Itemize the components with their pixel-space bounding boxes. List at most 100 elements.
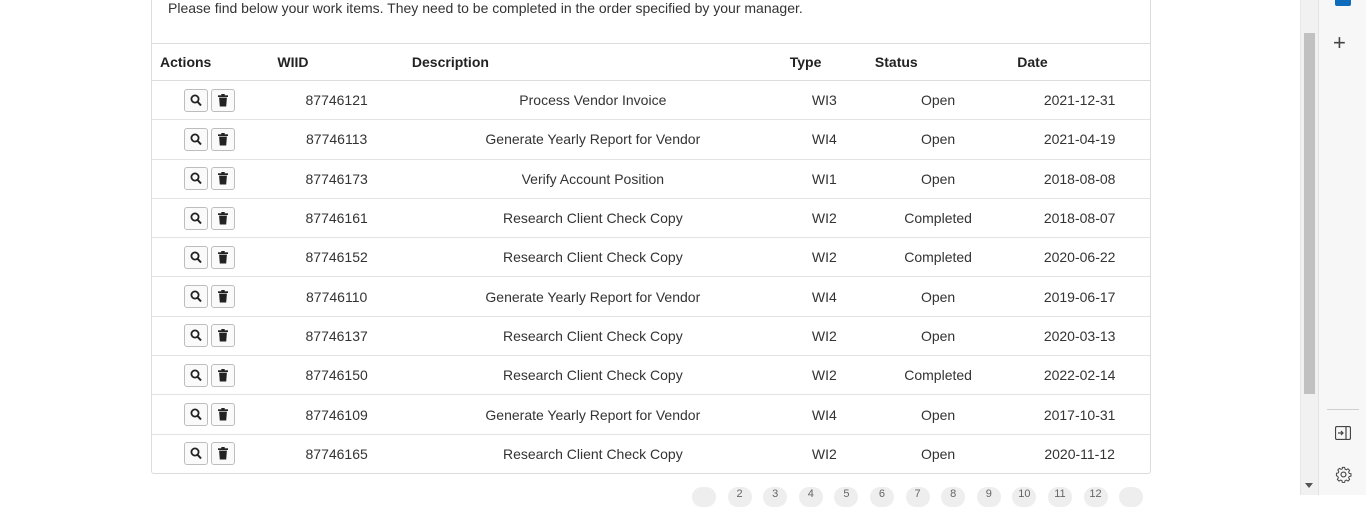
cell-date: 2017-10-31 [1009, 394, 1150, 435]
wiid-value: 87746109 [305, 406, 368, 423]
cell-description: Research Client Check Copy [403, 198, 782, 239]
view-button[interactable] [183, 167, 208, 191]
table-row: 87746113 Generate Yearly Report for Vendo… [152, 119, 1150, 160]
cell-wiid: 87746165 [269, 434, 404, 473]
view-button[interactable] [183, 245, 208, 269]
table-row: 87746137 Research Client Check Copy WI2 Ope… [152, 316, 1150, 357]
row-actions [152, 198, 270, 239]
cell-status: Open [920, 445, 956, 462]
cell-type: WI4 [781, 394, 867, 435]
scrollbar-thumb[interactable] [1304, 33, 1315, 394]
cell-date: 2021-12-31 [1009, 80, 1150, 121]
cell-date: 2020-06-22 [1009, 237, 1150, 278]
page-button[interactable]: 12 [1083, 487, 1108, 507]
cell-description: Research Client Check Copy [403, 316, 782, 357]
cell-wiid: 87746161 [269, 198, 404, 239]
cell-status: Completed [866, 237, 1010, 278]
page-button[interactable]: 4 [798, 487, 823, 507]
view-button[interactable] [183, 442, 208, 466]
delete-button[interactable] [210, 442, 235, 466]
view-button[interactable] [183, 206, 208, 230]
intro-text: Please find below your work items. They … [168, 0, 803, 16]
cell-status: Open [866, 316, 1010, 357]
table-row: 87746150 Research Client Check Copy WI2 Com… [152, 355, 1150, 396]
cell-wiid: 87746110 [269, 276, 404, 317]
cell-wiid: 87746137 [269, 316, 404, 357]
cell-description: Generate Yearly Report for Vendor [403, 119, 782, 160]
view-button[interactable] [183, 285, 208, 309]
row-actions [152, 119, 270, 160]
cell-description: Verify Account Position [403, 159, 782, 199]
cell-description: Research Client Check Copy [403, 237, 782, 278]
wiid-value: 87746152 [305, 249, 368, 266]
cell-description: Research Client Check Copy [502, 445, 683, 462]
delete-button[interactable] [210, 206, 235, 230]
scroll-down-arrow-icon[interactable] [1305, 483, 1313, 488]
page-content: Please find below your work items. They … [0, 0, 1300, 507]
outlook-icon[interactable] [1335, 0, 1351, 6]
table-header-row: Actions WIID Description Type Status Dat… [152, 43, 1150, 81]
page-button[interactable]: 3 [763, 487, 788, 507]
cell-wiid: 87746113 [269, 119, 404, 160]
delete-button[interactable] [210, 403, 235, 427]
wiid-value: 87746110 [306, 288, 368, 305]
header-wiid: WIID [269, 43, 404, 81]
browser-side-panel: + [1318, 0, 1366, 495]
cell-date: 2018-08-07 [1009, 198, 1150, 239]
page-button[interactable]: 6 [869, 487, 894, 507]
delete-button[interactable] [210, 363, 235, 387]
cell-status: Completed [866, 198, 1010, 239]
cell-wiid: 87746150 [269, 355, 404, 396]
cell-date: 2018-08-08 [1009, 159, 1150, 199]
table-row: 87746109 Generate Yearly Report for Vendo… [152, 394, 1150, 435]
cell-description: Research Client Check Copy [403, 355, 782, 396]
split-screen-icon[interactable] [1334, 425, 1352, 445]
row-actions [152, 276, 270, 317]
page-button[interactable]: 5 [834, 487, 859, 507]
row-actions [152, 355, 270, 396]
wiid-value: 87746150 [305, 367, 368, 384]
table-row: 87746152 Research Client Check Copy WI2 Com… [152, 237, 1150, 278]
row-actions [152, 434, 269, 473]
delete-button[interactable] [210, 245, 235, 269]
page-button[interactable]: 2 [727, 487, 752, 507]
page-button[interactable]: 9 [976, 487, 1001, 507]
row-actions [152, 159, 270, 199]
view-button[interactable] [183, 403, 208, 427]
view-button[interactable] [183, 363, 208, 387]
view-button[interactable] [183, 88, 208, 112]
cell-status: Open [866, 394, 1010, 435]
delete-button[interactable] [210, 167, 235, 191]
cell-wiid: 87746152 [269, 237, 404, 278]
delete-button[interactable] [210, 285, 235, 309]
cell-description: Generate Yearly Report for Vendor [403, 276, 782, 317]
wiid-value: 87746121 [305, 92, 368, 109]
delete-button[interactable] [210, 88, 235, 112]
plus-icon[interactable]: + [1333, 32, 1346, 54]
header-status: Status [866, 43, 1010, 81]
page-button[interactable]: 11 [1047, 487, 1072, 507]
cell-type: WI4 [781, 276, 867, 317]
cell-wiid: 87746109 [269, 394, 404, 435]
vertical-scrollbar[interactable] [1300, 0, 1318, 495]
gear-icon[interactable] [1335, 466, 1352, 488]
view-button[interactable] [183, 127, 208, 151]
page-button[interactable] [1119, 487, 1144, 507]
cell-type: WI2 [781, 237, 867, 278]
cell-type: WI3 [781, 80, 867, 121]
delete-button[interactable] [210, 324, 235, 348]
page-button[interactable]: 7 [905, 487, 930, 507]
cell-type: WI1 [781, 159, 867, 199]
header-date: Date [1009, 43, 1150, 81]
page-button[interactable]: 10 [1012, 487, 1037, 507]
cell-status: Open [866, 276, 1010, 317]
cell-date: 2022-02-14 [1009, 355, 1150, 396]
cell-description: Generate Yearly Report for Vendor [403, 394, 782, 435]
wiid-value: 87746137 [305, 327, 368, 344]
page-button[interactable] [692, 487, 716, 507]
row-actions [152, 80, 270, 121]
page-button[interactable]: 8 [941, 487, 966, 507]
delete-button[interactable] [210, 127, 235, 151]
cell-wiid: 87746121 [269, 80, 404, 121]
view-button[interactable] [183, 324, 208, 348]
